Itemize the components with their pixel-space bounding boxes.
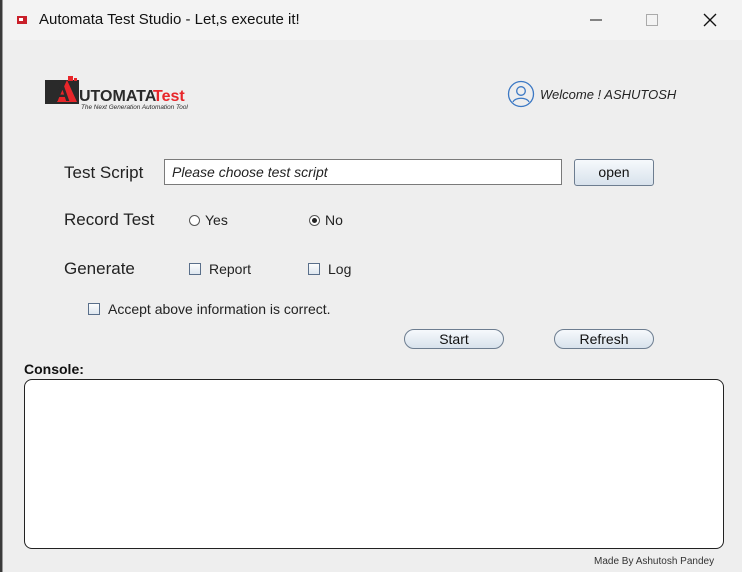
report-label: Report	[209, 261, 252, 277]
logo-letter: A	[54, 81, 70, 106]
minimize-icon	[590, 19, 602, 21]
record-yes-label: Yes	[205, 212, 228, 228]
automata-test-logo: A UTOMATA Test The Next Generation Autom…	[45, 76, 188, 111]
close-icon	[703, 13, 717, 27]
minimize-button[interactable]	[573, 0, 619, 40]
record-no-radio[interactable]	[309, 215, 320, 226]
accept-label: Accept above information is correct.	[108, 301, 331, 317]
app-window: Automata Test Studio - Let,s execute it!…	[2, 0, 742, 572]
test-script-input[interactable]	[164, 159, 562, 185]
start-button[interactable]: Start	[404, 329, 504, 349]
log-label: Log	[328, 261, 352, 277]
maximize-icon	[646, 14, 658, 26]
record-no-label: No	[325, 212, 343, 228]
generate-label: Generate	[64, 259, 135, 278]
report-checkbox[interactable]	[189, 263, 201, 275]
footer-credit: Made By Ashutosh Pandey	[594, 556, 715, 567]
user-avatar-icon	[507, 80, 535, 108]
record-yes-radio[interactable]	[189, 215, 200, 226]
logo-tagline: The Next Generation Automation Tool	[81, 104, 188, 111]
refresh-button[interactable]: Refresh	[554, 329, 654, 349]
maximize-button[interactable]	[629, 0, 675, 40]
console-output[interactable]	[24, 379, 724, 549]
title-bar[interactable]: Automata Test Studio - Let,s execute it!	[3, 0, 742, 40]
logo-word-accent: Test	[153, 88, 185, 105]
open-button[interactable]: open	[574, 159, 654, 186]
console-label: Console:	[24, 361, 84, 377]
log-checkbox[interactable]	[308, 263, 320, 275]
record-test-label: Record Test	[64, 210, 155, 229]
welcome-message: Welcome ! ASHUTOSH	[540, 87, 677, 102]
app-icon	[17, 16, 27, 24]
test-script-label: Test Script	[64, 163, 144, 182]
logo-word-main: UTOMATA	[79, 88, 157, 105]
close-button[interactable]	[687, 0, 733, 40]
window-title: Automata Test Studio - Let,s execute it!	[39, 11, 300, 28]
accept-checkbox[interactable]	[88, 303, 100, 315]
